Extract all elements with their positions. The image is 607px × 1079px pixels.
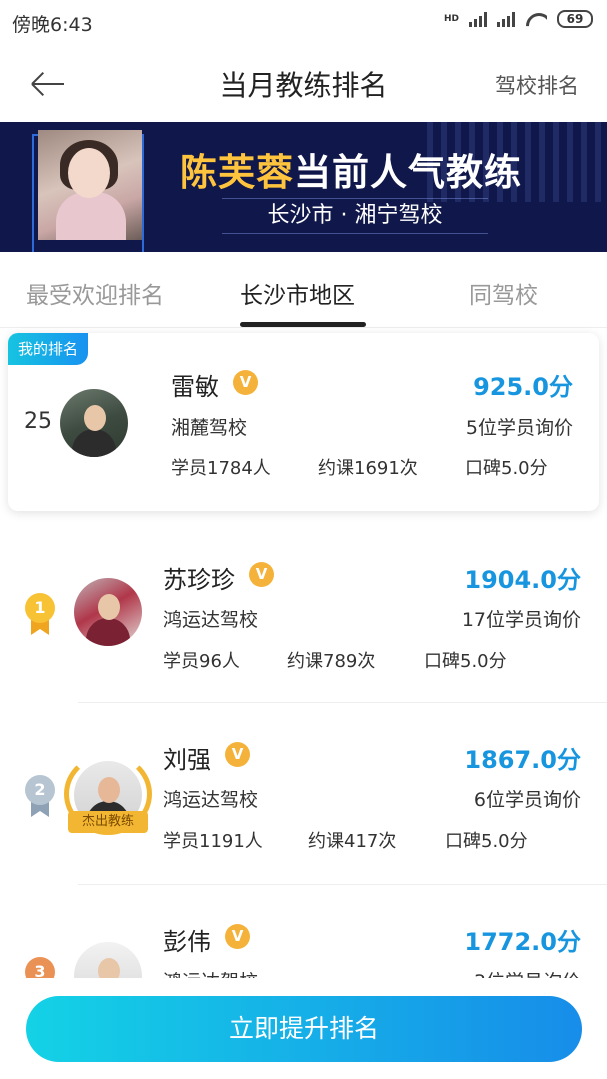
signal-icon xyxy=(469,11,487,27)
coach-school: 鸿运达驾校 xyxy=(163,789,259,811)
battery-icon: 69 xyxy=(557,10,593,28)
rating: 口碑5.0分 xyxy=(465,458,548,479)
tab-changsha-region[interactable]: 长沙市地区 xyxy=(240,276,355,310)
lesson-count: 约课789次 xyxy=(287,651,376,672)
outstanding-coach-badge: 杰出教练 xyxy=(68,811,148,833)
student-count: 学员1191人 xyxy=(163,831,263,852)
status-bar: 傍晚6:43 HD 69 xyxy=(0,0,607,44)
boost-ranking-button[interactable]: 立即提升排名 xyxy=(26,996,582,1062)
my-ranking-tag: 我的排名 xyxy=(8,333,89,365)
wifi-icon xyxy=(525,11,547,27)
ranking-tabs: 最受欢迎排名 长沙市地区 同驾校 xyxy=(0,252,607,328)
coach-name: 苏珍珍 xyxy=(163,566,235,594)
banner-headline: 陈芙蓉当前人气教练 xyxy=(180,142,522,196)
rating: 口碑5.0分 xyxy=(424,651,507,672)
ranking-row[interactable]: 2 杰出教练 刘强 V 1867.0分 鸿运达驾校 6位学员询价 学员1191人… xyxy=(0,703,607,885)
inquiry-count: 17位学员询价 xyxy=(461,609,581,631)
avatar xyxy=(74,578,142,646)
nav-header: 当月教练排名 驾校排名 xyxy=(0,44,607,122)
coach-score: 1867.0分 xyxy=(464,746,581,774)
coach-name: 刘强 xyxy=(163,746,211,774)
status-time: 傍晚6:43 xyxy=(12,14,93,36)
coach-score: 1904.0分 xyxy=(464,566,581,594)
gold-medal-icon: 1 xyxy=(25,593,55,635)
tab-same-school[interactable]: 同驾校 xyxy=(469,276,538,310)
banner-subtitle: 长沙市 · 湘宁驾校 xyxy=(222,198,488,234)
tab-most-popular[interactable]: 最受欢迎排名 xyxy=(26,276,164,310)
rank-number: 2 xyxy=(25,775,55,805)
verified-icon: V xyxy=(225,924,250,949)
inquiry-count: 6位学员询价 xyxy=(473,789,581,811)
banner-headline-suffix: 当前人气教练 xyxy=(294,151,522,194)
status-icons: HD 69 xyxy=(444,10,593,28)
school-ranking-link[interactable]: 驾校排名 xyxy=(495,70,579,100)
silver-medal-icon: 2 xyxy=(25,775,55,817)
student-count: 学员1784人 xyxy=(171,458,271,479)
inquiry-count: 5位学员询价 xyxy=(465,417,573,439)
verified-icon: V xyxy=(249,562,274,587)
hd-label: HD xyxy=(443,14,459,24)
bottom-action-bar: 立即提升排名 xyxy=(0,978,607,1079)
my-rank-number: 25 xyxy=(24,409,52,434)
verified-icon: V xyxy=(225,742,250,767)
ranking-row[interactable]: 1 苏珍珍 V 1904.0分 鸿运达驾校 17位学员询价 学员96人 约课78… xyxy=(0,521,607,703)
coach-name: 雷敏 xyxy=(171,373,219,401)
coach-score: 1772.0分 xyxy=(464,928,581,956)
signal-2-icon xyxy=(497,11,515,27)
banner-coach-name: 陈芙蓉 xyxy=(180,151,294,194)
coach-school: 鸿运达驾校 xyxy=(163,609,259,631)
coach-name: 彭伟 xyxy=(163,928,211,956)
coach-score: 925.0分 xyxy=(473,373,573,401)
banner-coach-photo xyxy=(38,130,142,240)
my-ranking-card[interactable]: 我的排名 25 雷敏 V 925.0分 湘麓驾校 5位学员询价 学员1784人 … xyxy=(8,333,599,511)
verified-icon: V xyxy=(233,370,258,395)
student-count: 学员96人 xyxy=(163,651,240,672)
lesson-count: 约课1691次 xyxy=(318,458,418,479)
avatar xyxy=(60,389,128,457)
rating: 口碑5.0分 xyxy=(445,831,528,852)
rank-number: 1 xyxy=(25,593,55,623)
active-tab-indicator xyxy=(240,322,366,327)
coach-school: 湘麓驾校 xyxy=(171,417,248,439)
lesson-count: 约课417次 xyxy=(308,831,397,852)
popular-coach-banner[interactable]: 陈芙蓉当前人气教练 长沙市 · 湘宁驾校 xyxy=(0,122,607,252)
